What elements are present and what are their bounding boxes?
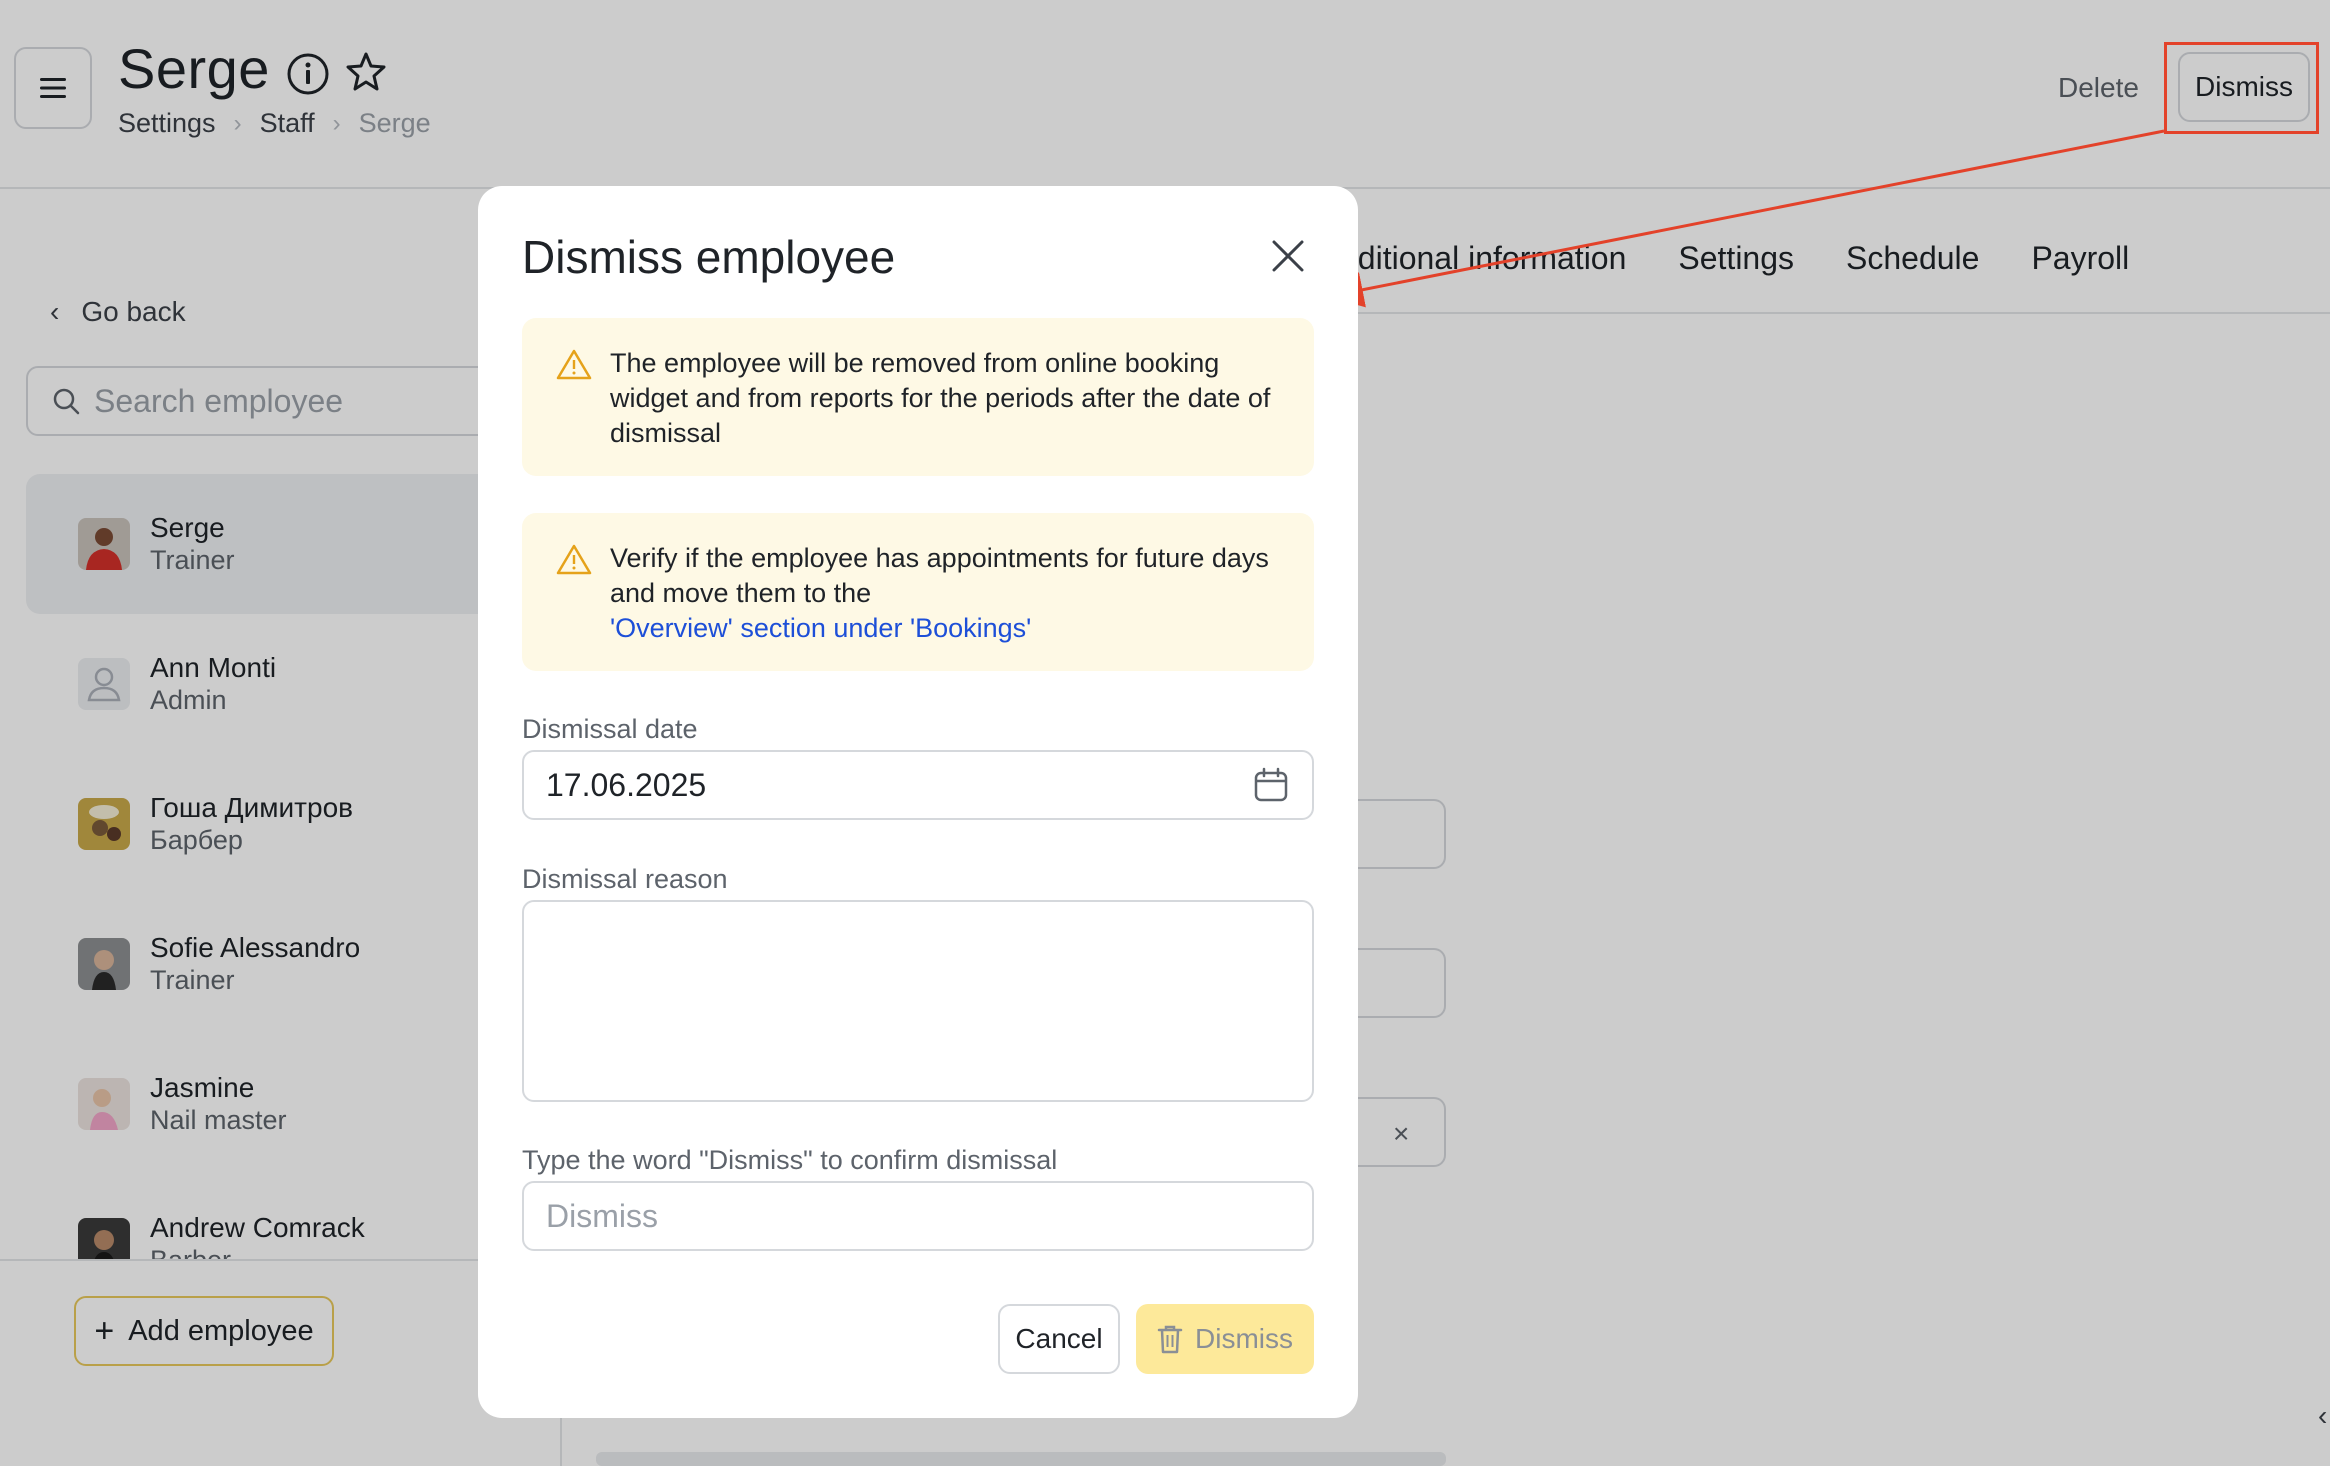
annotation-highlight <box>2164 42 2319 134</box>
warning-icon <box>556 544 592 575</box>
warning-icon <box>556 349 592 380</box>
trash-icon <box>1157 1325 1183 1354</box>
alert-text: The employee will be removed from online… <box>610 348 1271 448</box>
dismissal-reason-input[interactable] <box>522 900 1314 1102</box>
alert-text: Verify if the employee has appointments … <box>610 543 1269 608</box>
dismissal-date-label: Dismissal date <box>522 714 698 744</box>
bookings-overview-link[interactable]: 'Overview' section under 'Bookings' <box>610 613 1031 643</box>
dismissal-reason-label: Dismissal reason <box>522 864 728 894</box>
dialog-title: Dismiss employee <box>522 231 896 283</box>
dismissal-date-field[interactable] <box>522 750 1314 820</box>
warning-alert: The employee will be removed from online… <box>522 318 1314 476</box>
calendar-icon[interactable] <box>1252 766 1290 804</box>
confirm-label: Type the word "Dismiss" to confirm dismi… <box>522 1145 1058 1175</box>
confirm-dismiss-input[interactable] <box>522 1181 1314 1251</box>
dismissal-date-input[interactable] <box>546 766 1252 804</box>
close-icon[interactable] <box>1266 234 1310 278</box>
dismiss-employee-dialog: Dismiss employee The employee will be re… <box>478 186 1358 1418</box>
warning-alert: Verify if the employee has appointments … <box>522 513 1314 671</box>
dismiss-button-label: Dismiss <box>1195 1323 1293 1354</box>
cancel-button[interactable]: Cancel <box>998 1304 1120 1374</box>
dismiss-button[interactable]: Dismiss <box>1136 1304 1314 1374</box>
